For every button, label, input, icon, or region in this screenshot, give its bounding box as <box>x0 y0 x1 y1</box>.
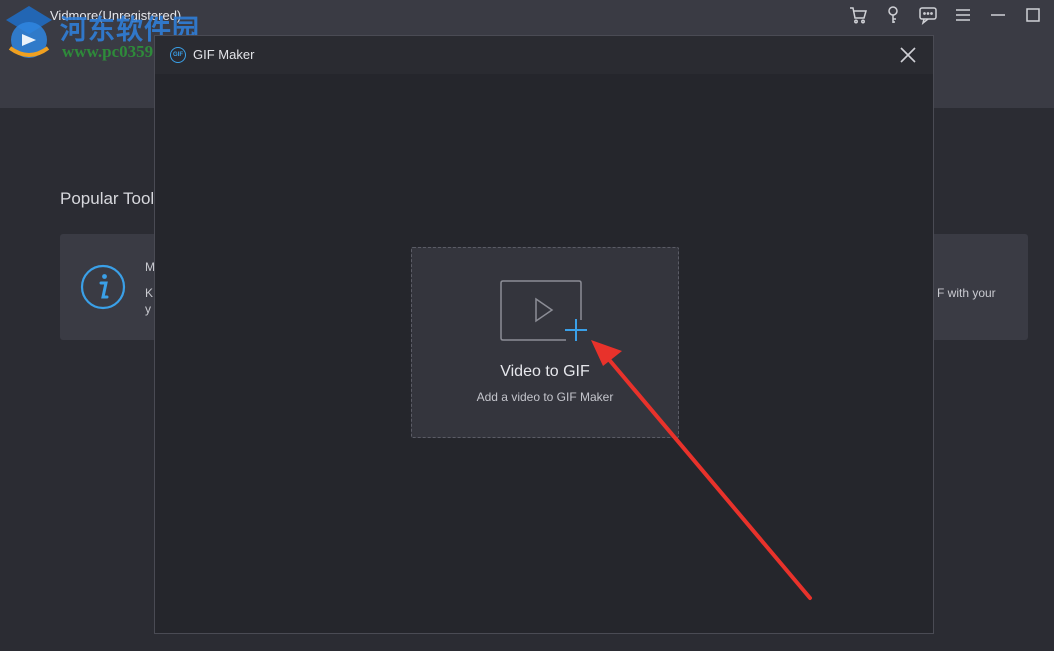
drop-zone-subtitle: Add a video to GIF Maker <box>476 390 614 404</box>
maximize-icon <box>1026 8 1040 22</box>
key-icon <box>888 6 898 23</box>
card-text-fragment: F with your <box>937 286 996 300</box>
close-icon <box>900 47 916 63</box>
card-text-fragment: K <box>145 286 154 300</box>
info-icon <box>80 264 126 310</box>
gif-maker-dialog: GIF GIF Maker Video to GIF Add a video t… <box>154 35 934 634</box>
dialog-header: GIF GIF Maker <box>155 36 933 74</box>
minimize-icon <box>991 14 1005 16</box>
register-button[interactable] <box>882 4 904 26</box>
card-text-fragment: y <box>145 302 151 316</box>
popular-tools-title: Popular Tools <box>60 189 163 208</box>
minimize-button[interactable] <box>987 4 1009 26</box>
dialog-title: GIF Maker <box>193 47 255 62</box>
cart-button[interactable] <box>847 4 869 26</box>
add-video-icon <box>500 280 587 341</box>
gif-icon: GIF <box>170 47 186 63</box>
close-button[interactable] <box>899 46 917 64</box>
watermark-logo-icon <box>6 6 52 58</box>
chat-icon <box>919 7 937 25</box>
maximize-button[interactable] <box>1022 4 1044 26</box>
menu-button[interactable] <box>952 4 974 26</box>
add-video-drop-zone[interactable]: Video to GIF Add a video to GIF Maker <box>411 247 679 438</box>
feedback-button[interactable] <box>917 4 939 26</box>
cart-icon <box>850 7 867 24</box>
drop-zone-title: Video to GIF <box>500 363 590 380</box>
menu-icon <box>956 9 970 21</box>
gif-badge-label: GIF <box>173 52 183 58</box>
title-controls <box>847 4 1044 26</box>
